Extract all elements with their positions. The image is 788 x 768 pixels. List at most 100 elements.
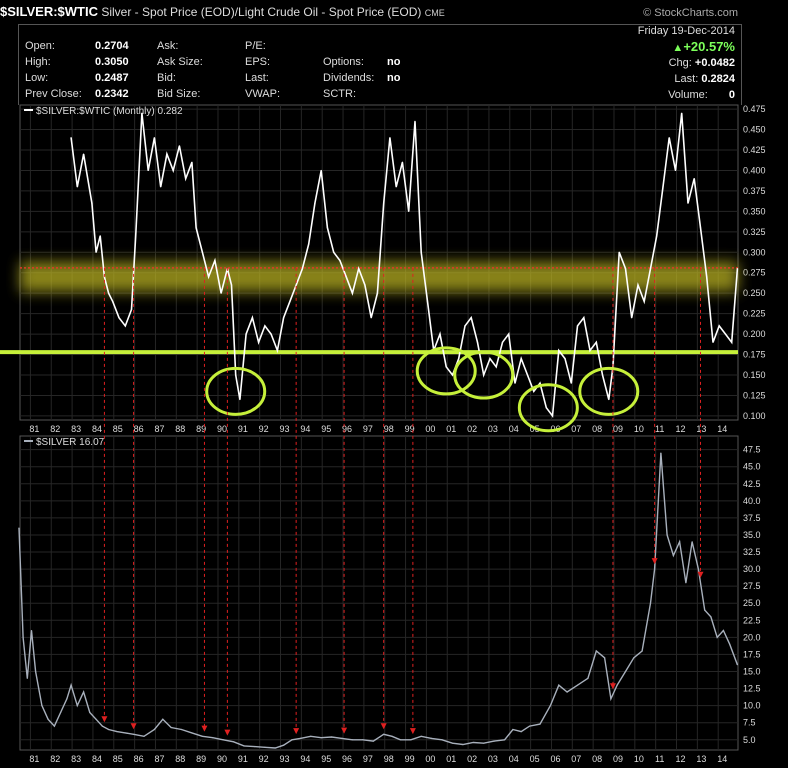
ratio-point: [631, 317, 633, 319]
ratio-point: [724, 333, 727, 335]
ratio-point: [230, 284, 233, 286]
ratio-point: [401, 161, 404, 163]
silver-point: [132, 733, 135, 735]
ratio-point: [389, 137, 391, 139]
silver-point: [107, 728, 110, 731]
y-tick-label: 0.150: [743, 370, 766, 380]
ratio-point: [314, 202, 316, 204]
x-tick-label: 85: [113, 754, 123, 764]
ratio-point: [214, 259, 216, 262]
ratio-point: [135, 235, 137, 237]
y-tick-label: 7.5: [743, 718, 756, 728]
silver-point: [124, 732, 126, 734]
x-tick-label: 09: [613, 754, 623, 764]
ratio-point: [245, 333, 247, 335]
ratio-point: [608, 398, 610, 401]
ratio-point: [601, 374, 604, 376]
y-tick-label: 35.0: [743, 530, 761, 540]
ratio-point: [339, 259, 341, 262]
silver-point: [558, 684, 560, 686]
y-tick-label: 0.100: [743, 411, 766, 421]
silver-point: [431, 737, 433, 739]
ratio-point: [693, 178, 695, 180]
ratio-point: [370, 317, 372, 319]
y-tick-label: 17.5: [743, 649, 761, 659]
ratio-point: [235, 374, 237, 376]
silver-point: [372, 740, 374, 742]
x-tick-label: 86: [134, 424, 144, 434]
silver-point: [624, 670, 627, 673]
silver-point: [212, 737, 214, 739]
x-tick-label: 96: [342, 424, 352, 434]
silver-point: [472, 741, 474, 744]
silver-point: [729, 643, 731, 645]
ratio-point: [464, 325, 466, 327]
silver-point: [716, 636, 718, 638]
silver-point: [243, 745, 245, 747]
silver-point: [66, 698, 68, 700]
x-tick-label: 90: [217, 424, 227, 434]
silver-point: [539, 723, 541, 725]
ratio-point: [320, 169, 322, 172]
silver-point: [549, 705, 552, 707]
x-tick-label: 96: [342, 754, 352, 764]
silver-point: [512, 728, 514, 731]
ratio-point: [76, 186, 78, 188]
silver-point: [320, 737, 322, 739]
x-tick-label: 98: [384, 424, 394, 434]
silver-point: [82, 691, 85, 693]
ratio-point: [656, 235, 658, 237]
x-tick-label: 83: [71, 754, 81, 764]
y-tick-label: 5.0: [743, 735, 756, 745]
ratio-point: [731, 341, 733, 343]
x-tick-label: 97: [363, 754, 373, 764]
x-tick-label: 95: [321, 424, 331, 434]
ratio-point: [172, 169, 174, 172]
x-tick-label: 92: [259, 754, 269, 764]
x-tick-label: 09: [613, 424, 623, 434]
y-tick-label: 45.0: [743, 462, 761, 472]
silver-point: [47, 718, 49, 720]
silver-point: [70, 684, 72, 686]
x-tick-label: 81: [29, 754, 39, 764]
y-tick-label: 27.5: [743, 581, 761, 591]
x-tick-label: 11: [655, 424, 664, 434]
silver-point: [35, 670, 37, 673]
ratio-point: [445, 366, 447, 368]
ratio-point: [191, 161, 193, 163]
ratio-point: [439, 333, 441, 335]
ratio-point: [681, 112, 683, 114]
x-tick-label: 87: [154, 754, 164, 764]
silver-point: [493, 740, 495, 742]
silver-point: [143, 735, 145, 737]
x-tick-label: 02: [467, 424, 477, 434]
ratio-point: [364, 284, 366, 286]
y-tick-label: 0.450: [743, 125, 766, 135]
x-tick-label: 88: [175, 424, 185, 434]
ratio-point: [208, 276, 210, 278]
silver-point: [264, 746, 266, 748]
silver-point: [95, 718, 97, 720]
ratio-point: [383, 202, 385, 204]
silver-point: [654, 568, 656, 570]
ratio-point: [451, 374, 454, 376]
ratio-point: [160, 186, 162, 188]
ratio-point: [351, 292, 354, 294]
x-tick-label: 12: [676, 754, 686, 764]
ratio-point: [706, 276, 708, 278]
ratio-point: [643, 300, 645, 302]
y-tick-label: 0.400: [743, 165, 766, 175]
silver-point: [462, 743, 464, 746]
silver-point: [299, 737, 301, 739]
ratio-point: [483, 374, 485, 376]
ratio-point: [595, 341, 597, 343]
ratio-point: [564, 358, 566, 360]
silver-point: [604, 657, 606, 659]
y-tick-label: 40.0: [743, 496, 761, 506]
ratio-point: [476, 341, 479, 343]
silver-point: [362, 739, 364, 741]
silver-point: [451, 742, 454, 744]
silver-point: [566, 691, 568, 693]
y-tick-label: 32.5: [743, 547, 761, 557]
ratio-point: [414, 120, 416, 122]
